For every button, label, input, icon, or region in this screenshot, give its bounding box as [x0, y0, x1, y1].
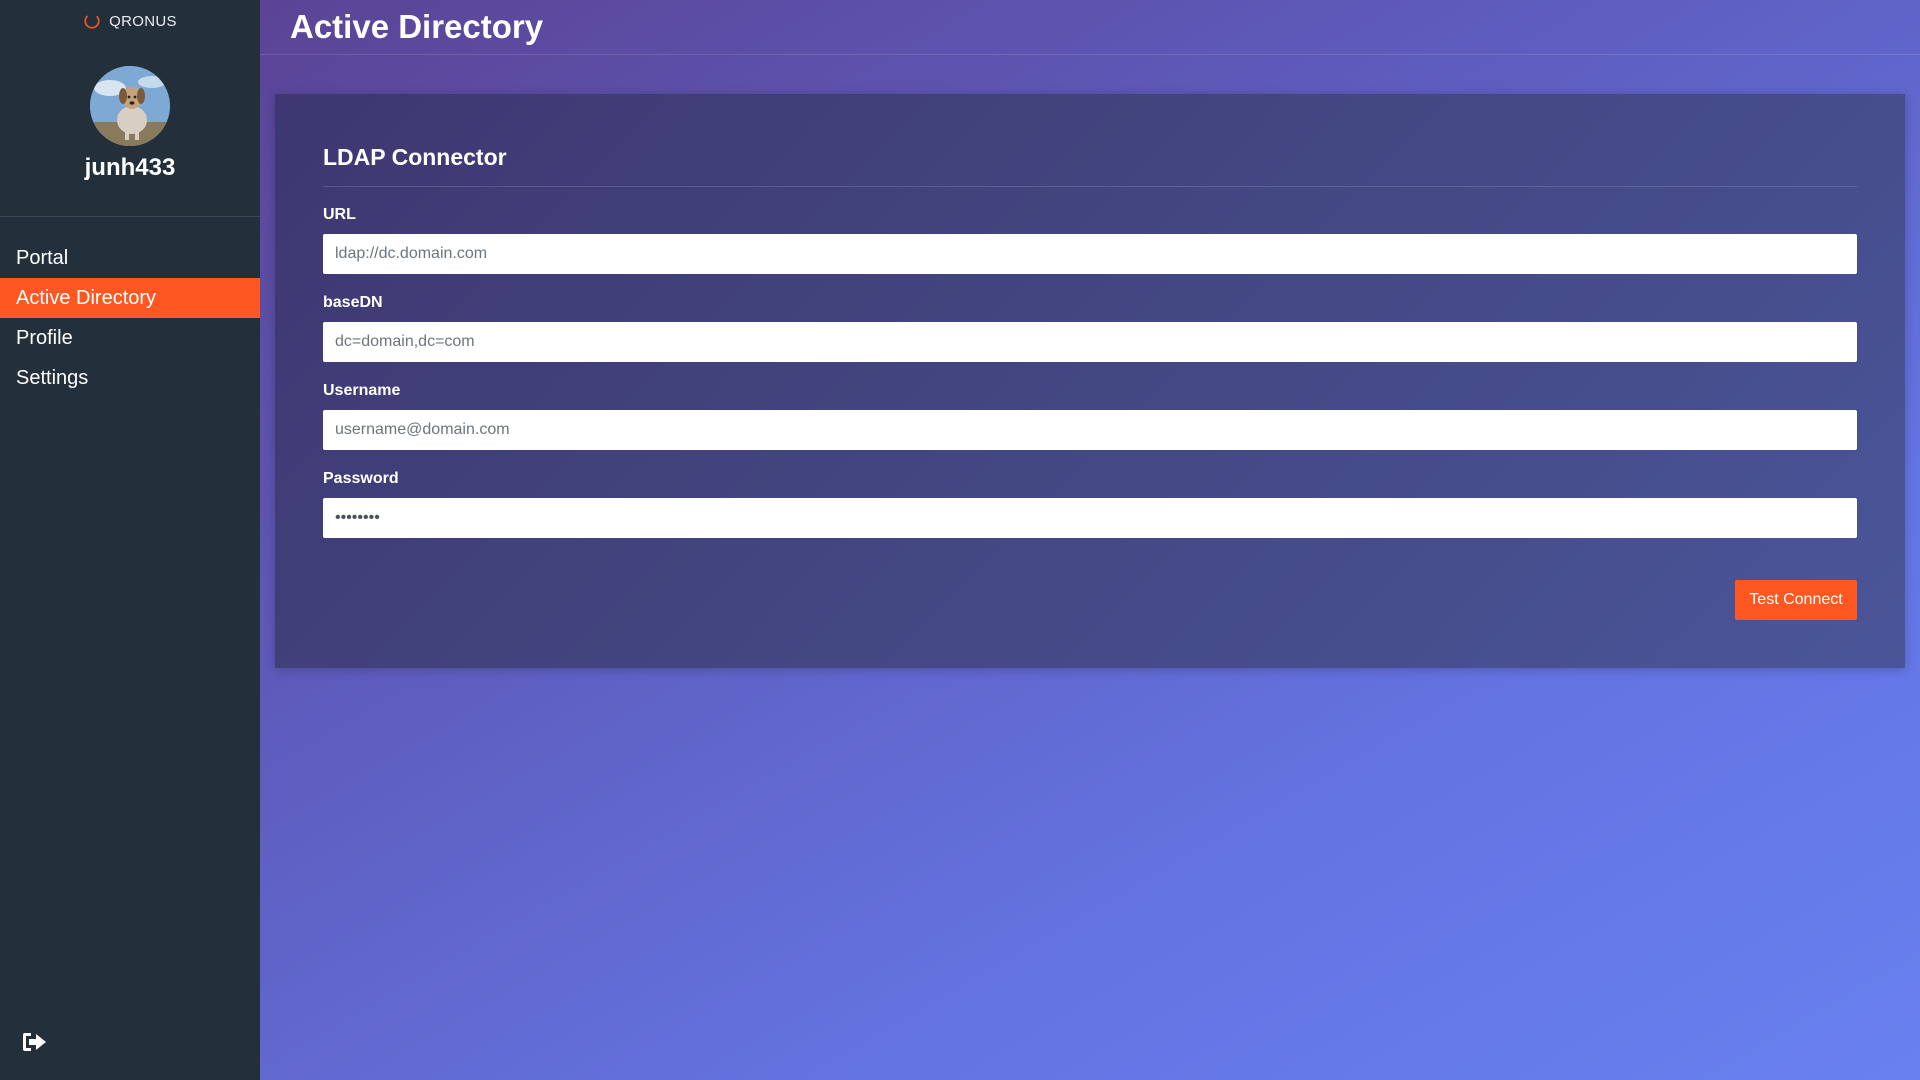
password-label: Password: [323, 470, 399, 487]
avatar: [90, 66, 170, 146]
sign-out-icon[interactable]: [22, 1030, 48, 1054]
page-header: Active Directory: [260, 0, 1920, 55]
card-divider: [323, 186, 1857, 187]
spinner-ring-icon: [84, 13, 100, 29]
sidebar-divider: [0, 216, 260, 217]
page-title: Active Directory: [290, 8, 544, 45]
brand-name: QRONUS: [109, 12, 177, 30]
basedn-label: baseDN: [323, 294, 383, 311]
card-title: LDAP Connector: [323, 144, 507, 170]
test-connect-button[interactable]: Test Connect: [1735, 580, 1857, 620]
dog-avatar-image: [90, 66, 170, 146]
url-input[interactable]: [323, 234, 1857, 274]
password-input[interactable]: [323, 498, 1857, 538]
sidebar-item-settings[interactable]: Settings: [0, 358, 260, 398]
username-input[interactable]: [323, 410, 1857, 450]
username-label: Username: [323, 382, 401, 399]
basedn-input[interactable]: [323, 322, 1857, 362]
brand: QRONUS: [0, 12, 260, 30]
sidebar-item-portal[interactable]: Portal: [0, 238, 260, 278]
sidebar: QRONUS junh433 Portal Active Directory P…: [0, 0, 260, 1080]
sidebar-item-active-directory[interactable]: Active Directory: [0, 278, 260, 318]
username: junh433: [84, 154, 176, 181]
ldap-connector-card: LDAP Connector URL baseDN Username Passw…: [275, 94, 1905, 668]
sidebar-item-profile[interactable]: Profile: [0, 318, 260, 358]
url-label: URL: [323, 206, 356, 223]
sidebar-nav: Portal Active Directory Profile Settings: [0, 238, 260, 398]
